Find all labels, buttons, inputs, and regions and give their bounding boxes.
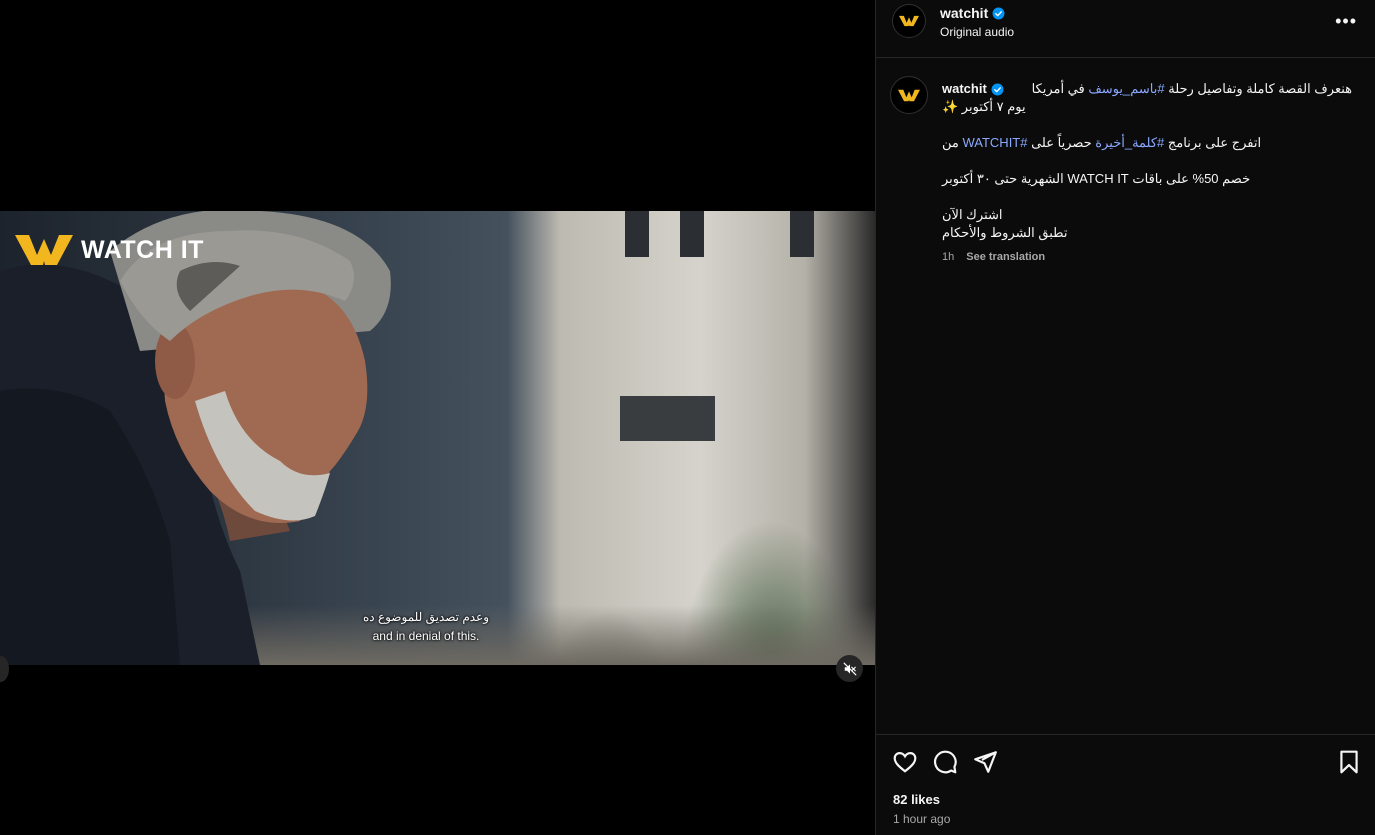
hashtag-link[interactable]: #باسم_يوسف: [1088, 81, 1164, 96]
person-figure: [0, 211, 391, 665]
watch-it-watermark: WATCH IT: [15, 233, 204, 267]
caption-text-fragment: في أمريكا: [1031, 81, 1089, 96]
username[interactable]: watchit: [940, 5, 988, 21]
likes-count[interactable]: 82 likes: [893, 792, 940, 807]
media-area[interactable]: WATCH IT وعدم تصديق للموضوع ده and in de…: [0, 0, 875, 835]
caption-line-5: اشترك الآن: [942, 207, 1003, 222]
watch-it-logo-icon: [898, 89, 920, 101]
caption-text-fragment: من: [942, 135, 963, 150]
video-player[interactable]: WATCH IT: [0, 211, 875, 665]
subtitle-english: and in denial of this.: [372, 629, 480, 643]
avatar[interactable]: [892, 4, 926, 38]
caption-meta: 1h See translation: [942, 248, 1352, 266]
mute-toggle-button[interactable]: [836, 655, 863, 682]
more-options-icon[interactable]: •••: [1335, 11, 1357, 32]
watermark-text: WATCH IT: [81, 235, 204, 264]
subtitle-arabic: وعدم تصديق للموضوع ده: [362, 610, 490, 624]
audio-label[interactable]: Original audio: [940, 25, 1014, 39]
caption-text: watchit هنعرف القصة كاملة وتفاصيل رحلة #…: [942, 80, 1352, 266]
share-icon[interactable]: [972, 749, 998, 775]
posted-time[interactable]: 1 hour ago: [893, 812, 950, 826]
caption-text-fragment: هنعرف القصة كاملة وتفاصيل رحلة: [1164, 81, 1352, 96]
caption-text-fragment: اتفرج على برنامج: [1164, 135, 1262, 150]
verified-badge-icon: [991, 83, 1004, 95]
watch-it-logo-icon: [15, 235, 73, 265]
username-link[interactable]: watchit: [940, 5, 1005, 21]
comment-icon[interactable]: [932, 749, 958, 775]
post-side-panel: watchit Original audio ••• watchit هنعرف…: [875, 0, 1375, 835]
watch-it-logo-icon: [899, 15, 919, 27]
caption-text-fragment: حصرياً على: [1027, 135, 1096, 150]
caption-line-3: اتفرج على برنامج #كلمة_أخيرة حصرياً على …: [942, 134, 1272, 152]
post-time[interactable]: 1h: [942, 248, 954, 266]
caption-line-6: تطبق الشروط والأحكام: [942, 225, 1068, 240]
caption-username-link[interactable]: watchit: [942, 80, 1004, 98]
post-viewer: WATCH IT وعدم تصديق للموضوع ده and in de…: [0, 0, 1375, 835]
action-bar: 82 likes 1 hour ago: [876, 734, 1375, 835]
verified-badge-icon: [992, 7, 1005, 19]
bookmark-icon[interactable]: [1336, 749, 1362, 775]
hashtag-link[interactable]: #كلمة_أخيرة: [1095, 135, 1164, 150]
caption-line-4: خصم 50% على باقات WATCH IT الشهرية حتى ٣…: [942, 171, 1251, 186]
post-header: watchit Original audio •••: [876, 0, 1375, 58]
caption-line-2: يوم ٧ أكتوبر ✨: [942, 99, 1026, 114]
subtitles: وعدم تصديق للموضوع ده and in denial of t…: [0, 608, 875, 646]
avatar[interactable]: [890, 76, 928, 114]
speaker-muted-icon: [843, 662, 856, 675]
see-translation-button[interactable]: See translation: [966, 248, 1045, 266]
caption-username[interactable]: watchit: [942, 80, 987, 98]
caption-line-1: هنعرف القصة كاملة وتفاصيل رحلة #باسم_يوس…: [1032, 80, 1352, 98]
heart-icon[interactable]: [892, 749, 918, 775]
hashtag-link[interactable]: #WATCHIT: [962, 135, 1027, 150]
